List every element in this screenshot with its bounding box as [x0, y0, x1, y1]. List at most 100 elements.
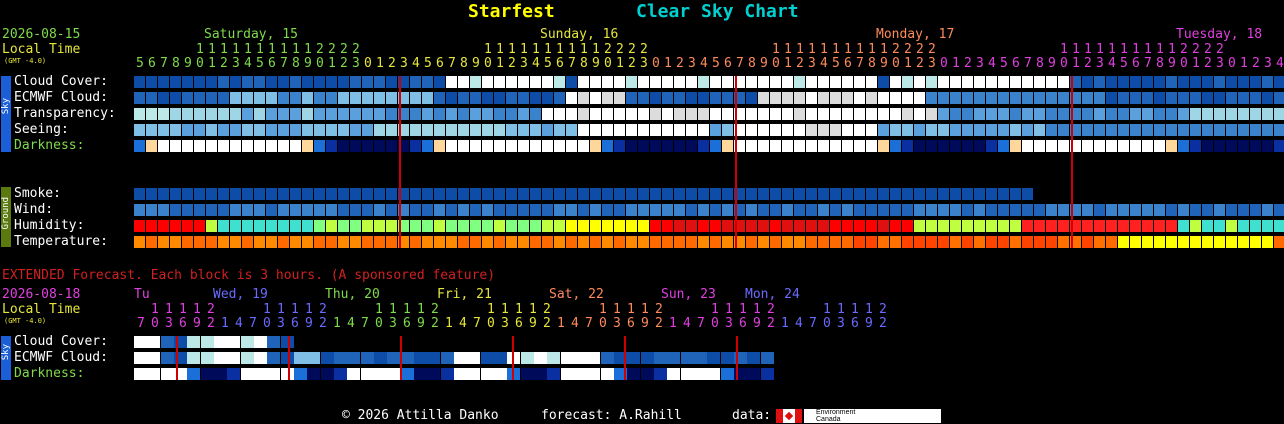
humidity-cell[interactable] [434, 220, 445, 232]
extended-darkness-cell[interactable] [160, 368, 174, 380]
seeing-cell[interactable] [326, 124, 337, 136]
temperature-cell[interactable] [1106, 236, 1117, 248]
smoke-cell[interactable] [866, 188, 877, 200]
temperature-cell[interactable] [746, 236, 757, 248]
transparency-cell[interactable] [290, 108, 301, 120]
temperature-cell[interactable] [554, 236, 565, 248]
seeing-cell[interactable] [470, 124, 481, 136]
humidity-cell[interactable] [746, 220, 757, 232]
temperature-cell[interactable] [1058, 236, 1069, 248]
temperature-cell[interactable] [1226, 236, 1237, 248]
darkness-cell[interactable] [638, 140, 649, 152]
temperature-cell[interactable] [494, 236, 505, 248]
temperature-cell[interactable] [170, 236, 181, 248]
cloud-cover-cell[interactable] [842, 76, 853, 88]
darkness-cell[interactable] [170, 140, 181, 152]
ecmwf-cloud-cell[interactable] [422, 92, 433, 104]
extended-ecmwf-cell[interactable] [534, 352, 547, 364]
transparency-cell[interactable] [350, 108, 361, 120]
ecmwf-cloud-cell[interactable] [794, 92, 805, 104]
smoke-cell[interactable] [338, 188, 349, 200]
seeing-cell[interactable] [722, 124, 733, 136]
transparency-cell[interactable] [626, 108, 637, 120]
seeing-cell[interactable] [986, 124, 997, 136]
humidity-cell[interactable] [1022, 220, 1033, 232]
darkness-cell[interactable] [494, 140, 505, 152]
seeing-cell[interactable] [1190, 124, 1201, 136]
cloud-cover-cell[interactable] [950, 76, 961, 88]
extended-darkness-cell[interactable] [374, 368, 387, 380]
wind-cell[interactable] [1238, 204, 1249, 216]
extended-darkness-cell[interactable] [254, 368, 267, 380]
cloud-cover-cell[interactable] [746, 76, 757, 88]
cloud-cover-cell[interactable] [1058, 76, 1069, 88]
cloud-cover-cell[interactable] [698, 76, 709, 88]
cloud-cover-cell[interactable] [326, 76, 337, 88]
humidity-cell[interactable] [926, 220, 937, 232]
extended-ecmwf-cell[interactable] [760, 352, 774, 364]
smoke-cell[interactable] [722, 188, 733, 200]
extended-ecmwf-cell[interactable] [680, 352, 694, 364]
wind-cell[interactable] [830, 204, 841, 216]
darkness-cell[interactable] [914, 140, 925, 152]
seeing-cell[interactable] [482, 124, 493, 136]
smoke-cell[interactable] [314, 188, 325, 200]
darkness-cell[interactable] [986, 140, 997, 152]
temperature-cell[interactable] [794, 236, 805, 248]
transparency-cell[interactable] [146, 108, 157, 120]
darkness-cell[interactable] [158, 140, 169, 152]
seeing-cell[interactable] [1238, 124, 1249, 136]
cloud-cover-cell[interactable] [998, 76, 1009, 88]
wind-cell[interactable] [710, 204, 721, 216]
seeing-cell[interactable] [518, 124, 529, 136]
darkness-cell[interactable] [830, 140, 841, 152]
ecmwf-cloud-cell[interactable] [1094, 92, 1105, 104]
wind-cell[interactable] [1094, 204, 1105, 216]
cloud-cover-cell[interactable] [902, 76, 913, 88]
extended-darkness-cell[interactable] [320, 368, 334, 380]
wind-cell[interactable] [1166, 204, 1177, 216]
wind-cell[interactable] [902, 204, 913, 216]
smoke-cell[interactable] [566, 188, 577, 200]
cloud-cover-cell[interactable] [470, 76, 481, 88]
seeing-cell[interactable] [614, 124, 625, 136]
humidity-cell[interactable] [590, 220, 601, 232]
temperature-cell[interactable] [1154, 236, 1165, 248]
darkness-cell[interactable] [890, 140, 901, 152]
darkness-cell[interactable] [362, 140, 373, 152]
humidity-cell[interactable] [218, 220, 229, 232]
ecmwf-cloud-cell[interactable] [482, 92, 493, 104]
temperature-cell[interactable] [926, 236, 937, 248]
ecmwf-cloud-cell[interactable] [446, 92, 457, 104]
wind-cell[interactable] [614, 204, 625, 216]
wind-cell[interactable] [1130, 204, 1141, 216]
seeing-cell[interactable] [914, 124, 925, 136]
cloud-cover-cell[interactable] [578, 76, 589, 88]
darkness-cell[interactable] [650, 140, 661, 152]
seeing-cell[interactable] [206, 124, 217, 136]
temperature-cell[interactable] [218, 236, 229, 248]
extended-cloud-cell[interactable] [200, 336, 214, 348]
wind-cell[interactable] [134, 204, 145, 216]
seeing-cell[interactable] [1262, 124, 1273, 136]
temperature-cell[interactable] [470, 236, 481, 248]
temperature-cell[interactable] [350, 236, 361, 248]
transparency-cell[interactable] [998, 108, 1009, 120]
wind-cell[interactable] [1178, 204, 1189, 216]
extended-cloud-cell[interactable] [227, 336, 241, 348]
smoke-cell[interactable] [614, 188, 625, 200]
wind-cell[interactable] [806, 204, 817, 216]
smoke-cell[interactable] [662, 188, 673, 200]
smoke-cell[interactable] [350, 188, 361, 200]
extended-ecmwf-cell[interactable] [267, 352, 281, 364]
transparency-cell[interactable] [566, 108, 577, 120]
seeing-cell[interactable] [806, 124, 817, 136]
cloud-cover-cell[interactable] [1166, 76, 1177, 88]
temperature-cell[interactable] [578, 236, 589, 248]
ecmwf-cloud-cell[interactable] [1202, 92, 1213, 104]
smoke-cell[interactable] [194, 188, 205, 200]
seeing-cell[interactable] [830, 124, 841, 136]
cloud-cover-cell[interactable] [770, 76, 781, 88]
temperature-cell[interactable] [842, 236, 853, 248]
cloud-cover-cell[interactable] [314, 76, 325, 88]
